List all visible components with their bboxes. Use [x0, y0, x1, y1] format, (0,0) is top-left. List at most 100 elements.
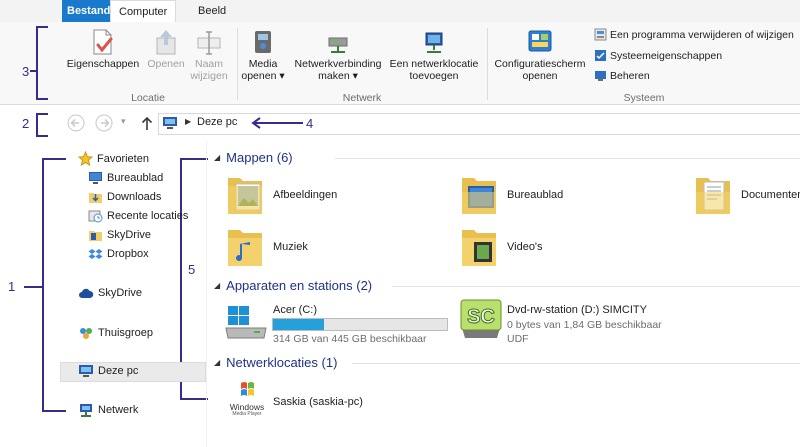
- map-network-drive-button[interactable]: Netwerkverbinding maken ▾: [290, 28, 386, 82]
- back-arrow-icon[interactable]: [66, 113, 86, 133]
- pictures-folder-icon: [228, 178, 262, 214]
- section-devices-header[interactable]: ◢ Apparaten en stations (2): [214, 278, 372, 293]
- recent-locations-chevron-icon[interactable]: ▾: [121, 116, 126, 127]
- tab-file[interactable]: Bestand: [62, 0, 116, 22]
- folder-item-bureaublad[interactable]: [460, 172, 498, 219]
- annotation-bracket-3: [36, 26, 38, 100]
- music-folder-icon: [228, 230, 262, 266]
- group-label-systeem: Systeem: [623, 92, 665, 104]
- manage-button[interactable]: Beheren: [594, 69, 650, 82]
- breadcrumb-separator-icon: ▶: [185, 117, 192, 126]
- group-separator: [487, 28, 488, 100]
- drive-c-usage-fill: [273, 319, 325, 330]
- nav-skydrive[interactable]: SkyDrive: [78, 287, 142, 299]
- folder-label[interactable]: Documenten: [741, 189, 800, 201]
- control-panel-label-1: Configuratiescherm: [494, 58, 586, 70]
- annotation-bracket-3-top: [36, 26, 48, 28]
- nav-item-bureaublad[interactable]: Bureaublad: [88, 171, 163, 184]
- nav-network-label: Netwerk: [98, 404, 139, 416]
- hard-drive-icon: [225, 306, 267, 339]
- media-open-button[interactable]: Media openen ▾: [240, 28, 286, 82]
- folder-item-afbeeldingen[interactable]: [226, 172, 264, 219]
- rename-button[interactable]: Naam wijzigen: [188, 28, 230, 82]
- nav-this-pc-label: Deze pc: [98, 364, 139, 377]
- nav-item-downloads[interactable]: Downloads: [88, 190, 161, 204]
- network-location-saskia[interactable]: Saskia (saskia-pc): [273, 396, 363, 408]
- up-arrow-icon[interactable]: [140, 114, 154, 132]
- dvd-drive-icon-wrap[interactable]: SC: [458, 298, 504, 345]
- uninstall-program-button[interactable]: Een programma verwijderen of wijzigen: [594, 28, 794, 41]
- nav-item-skydrive-favorite[interactable]: SkyDrive: [88, 228, 151, 242]
- dvd-drive-name[interactable]: Dvd-rw-station (D:) SIMCITY: [507, 304, 647, 316]
- add-location-label-2: toevoegen: [409, 70, 459, 82]
- open-icon: [156, 30, 176, 55]
- folder-item-muziek[interactable]: [226, 224, 264, 271]
- annotation-arrow-4: [251, 117, 303, 129]
- nav-item-label: Downloads: [107, 191, 162, 203]
- tab-computer[interactable]: Computer: [110, 0, 177, 24]
- folder-label[interactable]: Muziek: [273, 241, 308, 253]
- drive-c-name[interactable]: Acer (C:): [273, 304, 317, 316]
- control-panel-button[interactable]: Configuratiescherm openen: [490, 28, 590, 82]
- nav-homegroup-label: Thuisgroep: [98, 327, 154, 339]
- add-network-location-button[interactable]: Een netwerklocatie toevoegen: [387, 28, 481, 82]
- folder-label[interactable]: Afbeeldingen: [273, 189, 337, 201]
- folder-label[interactable]: Bureaublad: [507, 189, 563, 201]
- computer-management-icon: [595, 71, 606, 81]
- rename-label-2: wijzigen: [190, 70, 228, 82]
- wmp-logo-text-1: Windows: [229, 402, 265, 412]
- uninstall-label: Een programma verwijderen of wijzigen: [610, 28, 794, 41]
- dvd-drive-free-space: 0 bytes van 1,84 GB beschikbaar: [507, 319, 662, 331]
- control-panel-label-2: openen: [522, 70, 558, 82]
- map-drive-label-2: maken: [318, 70, 350, 82]
- annotation-bracket-3-bottom: [36, 98, 48, 100]
- control-panel-icon: [528, 30, 552, 52]
- map-drive-label-1: Netwerkverbinding: [294, 58, 382, 70]
- nav-this-pc[interactable]: Deze pc: [78, 364, 138, 377]
- collapse-chevron-icon: ◢: [214, 358, 221, 367]
- annotation-3: 3: [22, 64, 30, 79]
- open-button[interactable]: Openen: [145, 28, 187, 70]
- folder-label[interactable]: Video's: [507, 241, 543, 253]
- manage-label: Beheren: [610, 69, 650, 82]
- system-properties-button[interactable]: Systeemeigenschappen: [594, 49, 722, 62]
- media-label-1: Media: [248, 58, 278, 70]
- annotation-bracket-3-tick: [30, 70, 36, 72]
- media-label-2: openen: [241, 70, 277, 82]
- nav-item-label: SkyDrive: [107, 229, 152, 241]
- rename-label-1: Naam: [194, 58, 223, 70]
- svg-text:SC: SC: [467, 306, 495, 328]
- system-properties-icon: [595, 50, 606, 61]
- nav-item-recent-locations[interactable]: Recente locaties: [88, 209, 188, 223]
- annotation-2: 2: [22, 116, 30, 131]
- dropbox-icon: [88, 249, 103, 259]
- section-rule: [392, 286, 800, 287]
- pane-divider: [206, 141, 207, 447]
- properties-button[interactable]: Eigenschappen: [64, 28, 142, 70]
- group-separator: [237, 28, 238, 100]
- annotation-bracket-1-tick: [24, 286, 42, 288]
- properties-icon: [93, 29, 113, 55]
- forward-arrow-icon[interactable]: [94, 113, 114, 133]
- tab-view[interactable]: Beeld: [190, 0, 234, 22]
- folder-item-documenten[interactable]: [694, 172, 732, 219]
- breadcrumb-this-pc[interactable]: Deze pc: [197, 116, 237, 128]
- section-folders-label: Mappen (6): [226, 150, 293, 165]
- nav-homegroup[interactable]: Thuisgroep: [78, 326, 153, 340]
- nav-item-dropbox[interactable]: Dropbox: [88, 247, 149, 261]
- drive-c-icon-wrap[interactable]: [224, 302, 268, 343]
- folder-item-videos[interactable]: [460, 224, 498, 271]
- skydrive-folder-icon: [89, 231, 102, 241]
- recent-locations-icon: [88, 210, 103, 223]
- network-drive-icon: [328, 37, 348, 53]
- windows-media-player-logo[interactable]: Windows Media Player: [226, 380, 268, 417]
- nav-network[interactable]: Netwerk: [78, 403, 138, 417]
- annotation-bracket-2-top: [36, 113, 48, 115]
- section-folders-header[interactable]: ◢ Mappen (6): [214, 150, 293, 165]
- nav-favorites[interactable]: Favorieten: [78, 151, 149, 166]
- dvd-drive-filesystem: UDF: [507, 333, 529, 345]
- add-location-label-1: Een netwerklocatie: [389, 58, 479, 70]
- nav-item-label: Bureaublad: [107, 171, 164, 184]
- section-network-header[interactable]: ◢ Netwerklocaties (1): [214, 355, 337, 370]
- drive-c-free-space: 314 GB van 445 GB beschikbaar: [273, 333, 427, 345]
